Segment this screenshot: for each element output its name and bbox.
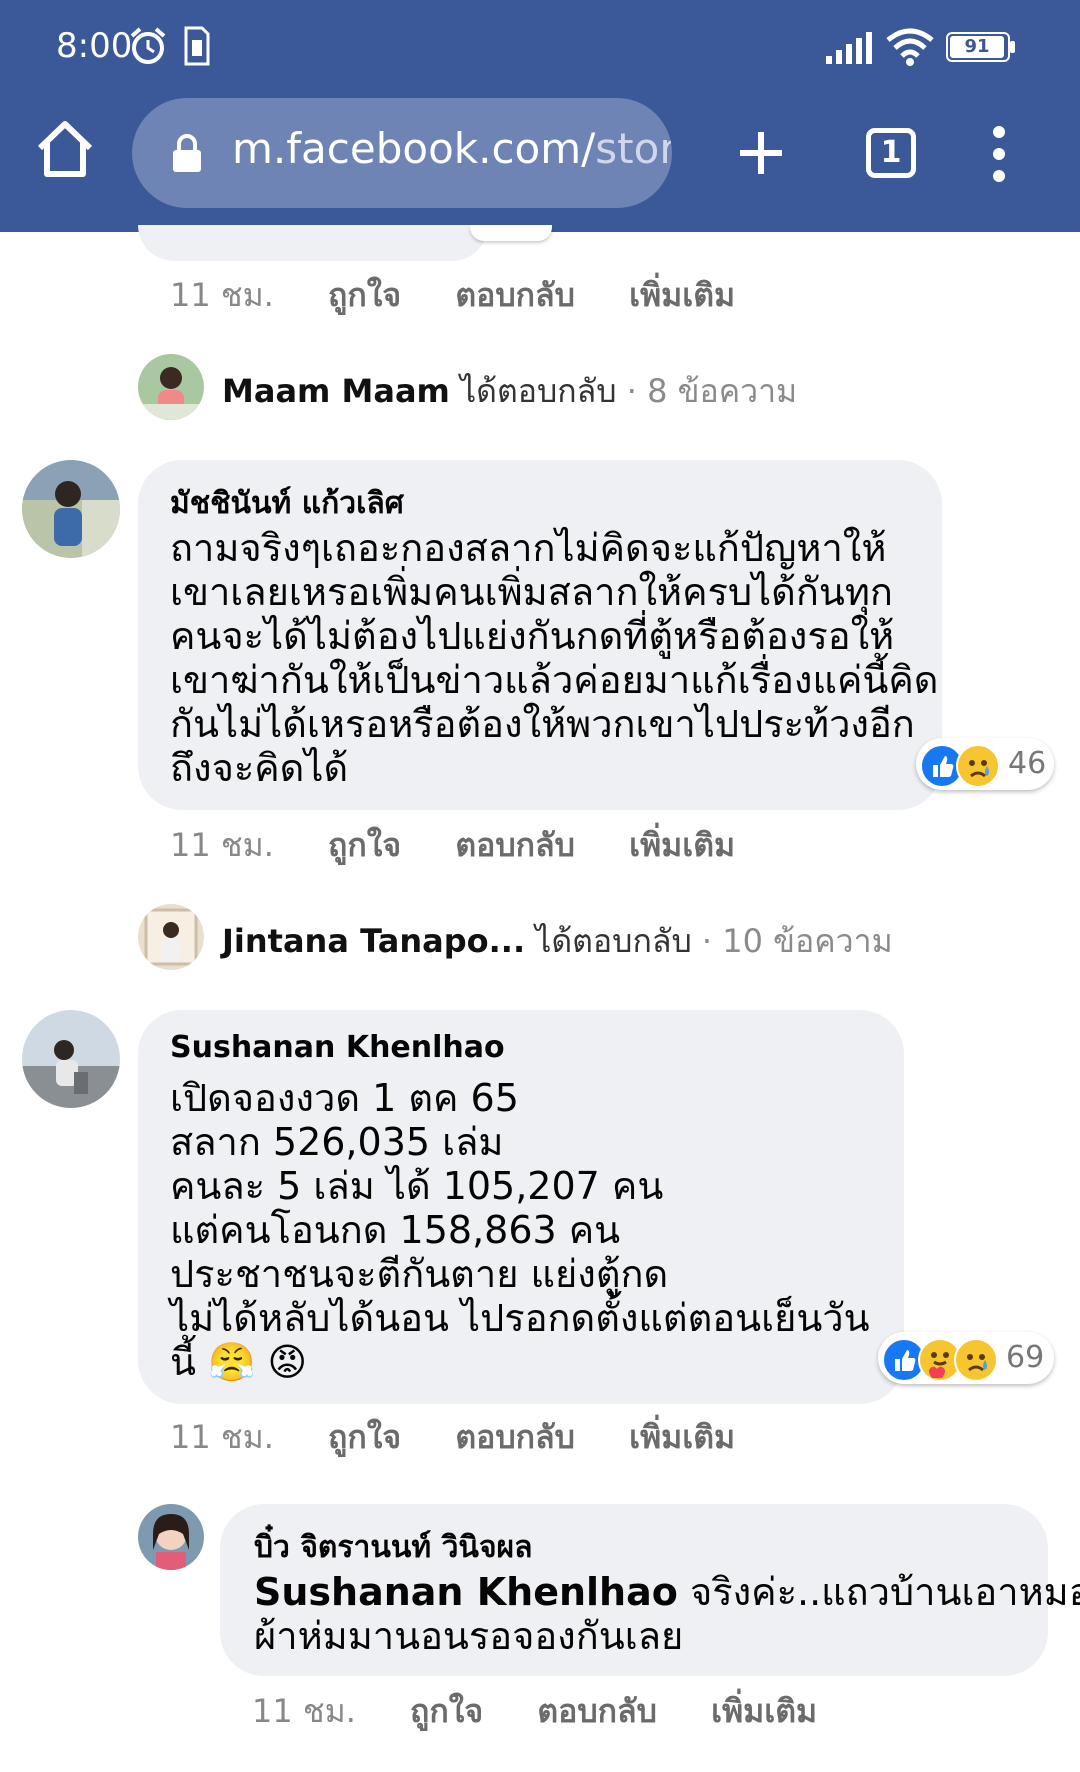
home-icon[interactable] <box>34 118 96 180</box>
comment-bubble[interactable]: Sushanan Khenlhao เปิดจองงวด 1 ตค 65 สลา… <box>138 1010 904 1404</box>
comment-bubble[interactable]: มัชชินันท์ แก้วเลิศ ถามจริงๆเถอะกองสลากไ… <box>138 460 942 810</box>
comment-actions: 11 ชม. ถูกใจ ตอบกลับ เพิ่มเติม <box>170 1412 735 1463</box>
reply-verb: ได้ตอบกลับ <box>535 922 692 960</box>
comment-line: เขาเลยเหรอเพิ่มคนเพิ่มสลากให้ครบได้กันทุ… <box>170 570 893 614</box>
comment-line: แต่คนโอนกด 158,863 คน <box>170 1208 621 1252</box>
more-link[interactable]: เพิ่มเติม <box>629 276 735 314</box>
like-link[interactable]: ถูกใจ <box>328 826 401 864</box>
reply-text: Sushanan Khenlhao จริงค่ะ..แถวบ้านเอาหมอ… <box>254 1570 1080 1658</box>
reply-author[interactable]: บิ๋ว จิตรานนท์ วินิจผล <box>254 1524 532 1571</box>
reply-link[interactable]: ตอบกลับ <box>455 1418 575 1456</box>
reply-line: จริงค่ะ..แถวบ้านเอาหมอน <box>677 1570 1080 1614</box>
comment-line: คนละ 5 เล่ม ได้ 105,207 คน <box>170 1164 664 1208</box>
url-main: m.facebook.com/ <box>232 124 596 173</box>
reply-link[interactable]: ตอบกลับ <box>455 826 575 864</box>
sad-reaction-icon <box>956 744 1000 788</box>
comment-line: เปิดจองงวด 1 ตค 65 <box>170 1076 519 1120</box>
lock-icon <box>173 134 201 172</box>
comment-text: ถามจริงๆเถอะกองสลากไม่คิดจะแก้ปัญหาให้ เ… <box>170 526 938 790</box>
more-link[interactable]: เพิ่มเติม <box>629 1418 735 1456</box>
comment-line: นี้ 😤 😡 <box>170 1340 308 1384</box>
more-link[interactable]: เพิ่มเติม <box>711 1692 817 1730</box>
comment-line: เขาฆ่ากันให้เป็นข่าวแล้วค่อยมาแก้เรื่องแ… <box>170 658 939 702</box>
url-text: m.facebook.com/stor <box>232 124 672 173</box>
plus-icon[interactable] <box>736 128 786 178</box>
avatar[interactable] <box>138 1504 204 1570</box>
comment-author[interactable]: มัชชินันท์ แก้วเลิศ <box>170 480 404 527</box>
status-time: 8:00 <box>56 26 133 66</box>
battery-icon: 91 <box>946 32 1018 62</box>
reply-bubble[interactable]: บิ๋ว จิตรานนท์ วินิจผล Sushanan Khenlhao… <box>220 1504 1080 1676</box>
comment-time: 11 ชม. <box>170 826 274 864</box>
comment-line: ประชาชนจะตีกันตาย แย่งตู้กด <box>170 1252 669 1296</box>
comment-line: สลาก 526,035 เล่ม <box>170 1120 504 1164</box>
reply-count: · 8 ข้อความ <box>626 372 798 410</box>
tabs-icon[interactable]: 1 <box>866 128 916 178</box>
sad-reaction-icon <box>954 1338 998 1382</box>
avatar <box>138 354 204 420</box>
comment-text: เปิดจองงวด 1 ตค 65 สลาก 526,035 เล่ม คนล… <box>170 1076 870 1384</box>
reaction-count: 46 <box>1008 746 1047 781</box>
reaction-summary[interactable]: 69 <box>878 1332 1054 1384</box>
comment-line: คนจะได้ไม่ต้องไปแย่งกันกดที่ตู้หรือต้องร… <box>170 614 895 658</box>
comment-line: กันไม่ได้เหรอหรือต้องให้พวกเขาไปประท้วงอ… <box>170 702 915 746</box>
comment-bubble-partial <box>138 225 488 261</box>
comment-actions: 11 ชม. ถูกใจ ตอบกลับ เพิ่มเติม <box>170 270 735 321</box>
reply-author[interactable]: Jintana Tanapo... <box>222 922 525 960</box>
mention-tag[interactable]: Sushanan Khenlhao <box>254 1570 678 1614</box>
signal-icon <box>826 32 872 64</box>
comment-time: 11 ชม. <box>170 276 274 314</box>
alarm-icon <box>130 27 166 64</box>
comment-line: ถามจริงๆเถอะกองสลากไม่คิดจะแก้ปัญหาให้ <box>170 526 887 570</box>
address-bar[interactable]: m.facebook.com/stor <box>132 98 672 208</box>
reaction-count: 69 <box>1006 1340 1045 1375</box>
wifi-icon <box>886 28 934 66</box>
reply-link[interactable]: ตอบกลับ <box>455 276 575 314</box>
comment-line: ถึงจะคิดได้ <box>170 746 349 790</box>
comment-time: 11 ชม. <box>170 1418 274 1456</box>
comment-actions: 11 ชม. ถูกใจ ตอบกลับ เพิ่มเติม <box>170 820 735 871</box>
reply-verb: ได้ตอบกลับ <box>460 372 617 410</box>
reaction-pill-partial[interactable] <box>470 225 552 241</box>
reply-line: ผ้าห่มมานอนรอจองกันเลย <box>254 1614 684 1658</box>
like-link[interactable]: ถูกใจ <box>328 276 401 314</box>
comment-author[interactable]: Sushanan Khenlhao <box>170 1030 505 1065</box>
sim-icon <box>184 26 210 66</box>
like-link[interactable]: ถูกใจ <box>328 1418 401 1456</box>
reply-author[interactable]: Maam Maam <box>222 372 450 410</box>
comment-time: 11 ชม. <box>252 1692 356 1730</box>
avatar <box>138 904 204 970</box>
more-vert-icon[interactable] <box>992 126 1006 182</box>
comment-line: ไม่ได้หลับได้นอน ไปรอกดตั้งแต่ตอนเย็นวัน <box>170 1296 870 1340</box>
avatar[interactable] <box>22 1010 120 1108</box>
like-link[interactable]: ถูกใจ <box>410 1692 483 1730</box>
browser-top-bar: 8:00 91 m.facebook.com/stor 1 <box>0 0 1080 232</box>
comment-actions: 11 ชม. ถูกใจ ตอบกลับ เพิ่มเติม <box>252 1686 817 1737</box>
battery-level: 91 <box>950 36 1004 58</box>
reply-link[interactable]: ตอบกลับ <box>537 1692 657 1730</box>
more-link[interactable]: เพิ่มเติม <box>629 826 735 864</box>
reaction-summary[interactable]: 46 <box>916 738 1054 790</box>
avatar[interactable] <box>22 460 120 558</box>
url-path: stor <box>595 124 672 173</box>
reply-count: · 10 ข้อความ <box>701 922 893 960</box>
